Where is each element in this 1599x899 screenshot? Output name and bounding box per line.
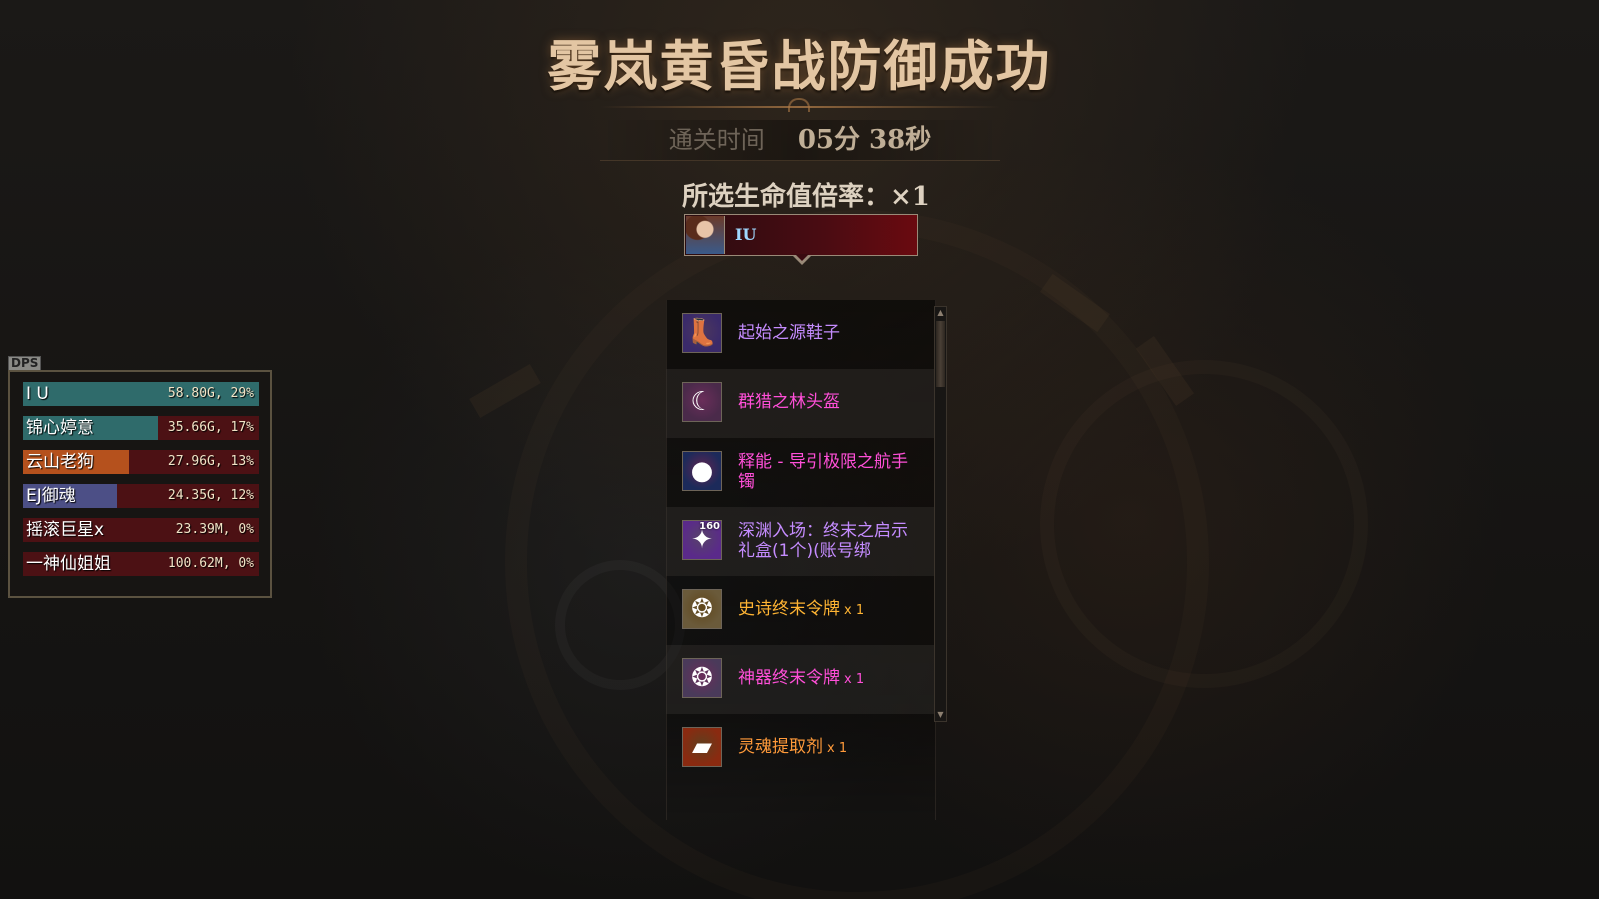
dps-player-name: I U xyxy=(26,384,49,404)
dps-row: EJ御魂 24.35G, 12% xyxy=(23,484,259,508)
loot-item-label: 灵魂提取剂 xyxy=(738,737,823,757)
loot-item[interactable]: ▰ 灵魂提取剂 x 1 xyxy=(666,714,934,783)
loot-item-name: 灵魂提取剂 x 1 xyxy=(738,737,918,759)
loot-item-name: 群猎之林头盔 xyxy=(738,392,918,412)
loot-item-name: 深渊入场：终末之启示礼盒(1个)(账号绑 xyxy=(738,521,918,561)
epic-token-icon: ❂ xyxy=(682,589,722,629)
player-avatar xyxy=(686,216,725,254)
dps-row: 锦心婷意 35.66G, 17% xyxy=(23,416,259,440)
dps-row: 一神仙姐姐 100.62M, 0% xyxy=(23,552,259,576)
dps-value: 100.62M, 0% xyxy=(167,556,254,571)
loot-item[interactable]: ✦ 160 深渊入场：终末之启示礼盒(1个)(账号绑 xyxy=(666,507,934,576)
scroll-thumb[interactable] xyxy=(936,321,945,387)
loot-item-label: 群猎之林头盔 xyxy=(738,392,840,412)
soul-extractor-icon: ▰ xyxy=(682,727,722,767)
loot-item-name: 起始之源鞋子 xyxy=(738,323,918,343)
loot-item-qty: x 1 xyxy=(844,603,865,618)
artifact-token-icon: ❂ xyxy=(682,658,722,698)
item-level-badge: 160 xyxy=(699,521,720,532)
dps-player-name: 云山老狗 xyxy=(26,452,94,472)
loot-scrollbar[interactable]: ▲ ▼ xyxy=(934,306,947,722)
dps-player-name: 摇滚巨星x xyxy=(26,520,105,540)
dps-player-name: EJ御魂 xyxy=(26,486,76,506)
result-title: 雾岚黄昏战防御成功 xyxy=(547,34,1052,98)
background-gear-ring xyxy=(1040,360,1368,688)
loot-item-label: 释能 - 导引极限之航手镯 xyxy=(738,452,908,492)
loot-item-label: 深渊入场：终末之启示礼盒(1个)(账号绑 xyxy=(738,521,908,561)
dps-player-name: 一神仙姐姐 xyxy=(26,554,111,574)
background-slab xyxy=(1040,273,1110,333)
bracelet-icon: ● xyxy=(682,451,722,491)
loot-item-label: 神器终末令牌 xyxy=(738,668,840,688)
clear-time-value: 05分 38秒 xyxy=(797,125,932,155)
loot-item[interactable]: ❂ 史诗终末令牌 x 1 xyxy=(666,576,934,645)
background-slab xyxy=(469,363,541,419)
loot-item-name: 释能 - 导引极限之航手镯 xyxy=(738,452,918,492)
loot-list: 👢 起始之源鞋子 ☾ 群猎之林头盔 ● 释能 - 导引极限之航手镯 ✦ 160 … xyxy=(666,300,934,783)
gift-box-icon: ✦ 160 xyxy=(682,520,722,560)
loot-item-name: 神器终末令牌 x 1 xyxy=(738,668,918,690)
dps-value: 35.66G, 17% xyxy=(167,420,254,435)
dps-value: 24.35G, 12% xyxy=(167,488,254,503)
dps-tag: DPS xyxy=(8,356,42,371)
dps-row: 摇滚巨星x 23.39M, 0% xyxy=(23,518,259,542)
loot-item[interactable]: 👢 起始之源鞋子 xyxy=(666,300,934,369)
hp-multiplier-text: 所选生命值倍率：×1 xyxy=(682,182,930,212)
clear-time-label: 通关时间 xyxy=(668,126,765,154)
loot-item[interactable]: ☾ 群猎之林头盔 xyxy=(666,369,934,438)
dps-player-name: 锦心婷意 xyxy=(26,418,94,438)
clear-time-bar: 通关时间 05分 38秒 xyxy=(600,120,1000,161)
loot-item-name: 史诗终末令牌 x 1 xyxy=(738,599,918,621)
dps-row: I U 58.80G, 29% xyxy=(23,382,259,406)
boots-icon: 👢 xyxy=(682,313,722,353)
player-name: IU xyxy=(735,225,757,244)
title-ornament xyxy=(788,98,810,112)
dps-value: 23.39M, 0% xyxy=(175,522,254,537)
helmet-icon: ☾ xyxy=(682,382,722,422)
dps-value: 27.96G, 13% xyxy=(167,454,254,469)
loot-item-label: 起始之源鞋子 xyxy=(738,323,840,343)
card-pointer-inner xyxy=(795,254,809,261)
result-screen: 雾岚黄昏战防御成功 通关时间 05分 38秒 所选生命值倍率：×1 IU 👢 起… xyxy=(0,0,1599,899)
scroll-down-arrow-icon[interactable]: ▼ xyxy=(936,710,945,720)
loot-item-label: 史诗终末令牌 xyxy=(738,599,840,619)
player-card[interactable]: IU xyxy=(684,214,918,256)
dps-value: 58.80G, 29% xyxy=(167,386,254,401)
loot-item[interactable]: ● 释能 - 导引极限之航手镯 xyxy=(666,438,934,507)
background-slab xyxy=(1135,336,1195,406)
scroll-up-arrow-icon[interactable]: ▲ xyxy=(936,308,945,318)
loot-item[interactable]: ❂ 神器终末令牌 x 1 xyxy=(666,645,934,714)
loot-item-qty: x 1 xyxy=(844,672,865,687)
loot-item-qty: x 1 xyxy=(827,741,848,756)
dps-panel: I U 58.80G, 29% 锦心婷意 35.66G, 17% 云山老狗 27… xyxy=(8,370,272,598)
dps-row: 云山老狗 27.96G, 13% xyxy=(23,450,259,474)
